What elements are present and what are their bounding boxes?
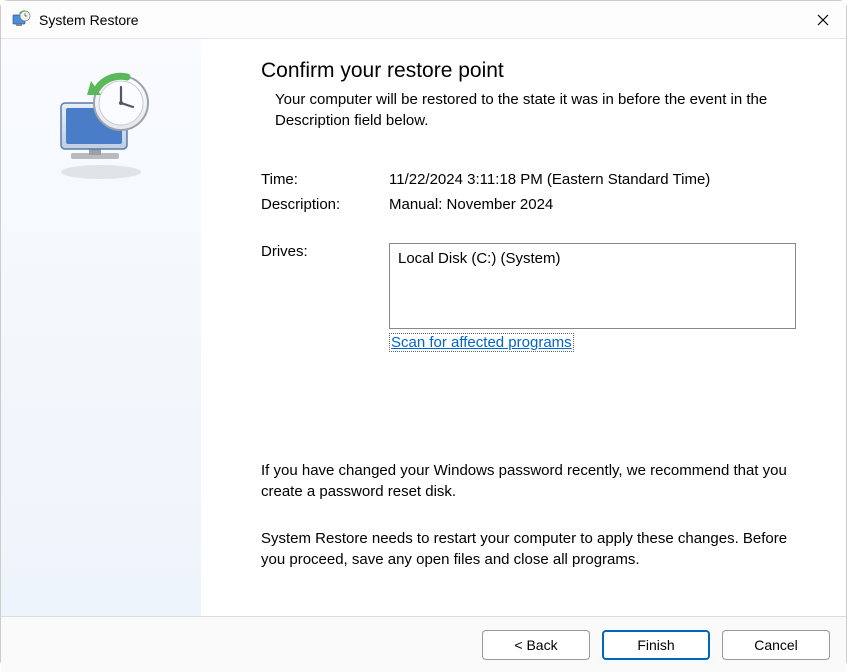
close-icon (817, 14, 829, 26)
drives-list[interactable]: Local Disk (C:) (System) (389, 243, 796, 329)
drive-item: Local Disk (C:) (System) (398, 250, 561, 267)
restart-warning-info: System Restore needs to restart your com… (261, 528, 796, 570)
description-label: Description: (261, 196, 389, 213)
drives-label: Drives: (261, 243, 389, 329)
scan-affected-programs-link[interactable]: Scan for affected programs (389, 333, 574, 352)
description-row: Description: Manual: November 2024 (261, 196, 796, 213)
page-heading: Confirm your restore point (261, 59, 796, 83)
body-content: Confirm your restore point Your computer… (201, 39, 846, 616)
side-graphic-panel (1, 39, 201, 616)
close-button[interactable] (800, 1, 846, 39)
footer-buttons: < Back Finish Cancel (1, 616, 846, 672)
time-value: 11/22/2024 3:11:18 PM (Eastern Standard … (389, 171, 796, 188)
time-label: Time: (261, 171, 389, 188)
info-block: If you have changed your Windows passwor… (261, 460, 796, 570)
system-restore-icon (11, 10, 31, 30)
password-reset-info: If you have changed your Windows passwor… (261, 460, 796, 502)
cancel-button[interactable]: Cancel (722, 630, 830, 660)
description-value: Manual: November 2024 (389, 196, 796, 213)
time-row: Time: 11/22/2024 3:11:18 PM (Eastern Sta… (261, 171, 796, 188)
page-subtitle: Your computer will be restored to the st… (261, 89, 796, 131)
titlebar: System Restore (1, 1, 846, 39)
drives-row: Drives: Local Disk (C:) (System) (261, 243, 796, 329)
restore-graphic-icon (41, 67, 161, 187)
back-button[interactable]: < Back (482, 630, 590, 660)
main-panel: Confirm your restore point Your computer… (1, 39, 846, 616)
content-wrap: Confirm your restore point Your computer… (1, 39, 846, 672)
finish-button[interactable]: Finish (602, 630, 710, 660)
window-title: System Restore (39, 12, 139, 28)
